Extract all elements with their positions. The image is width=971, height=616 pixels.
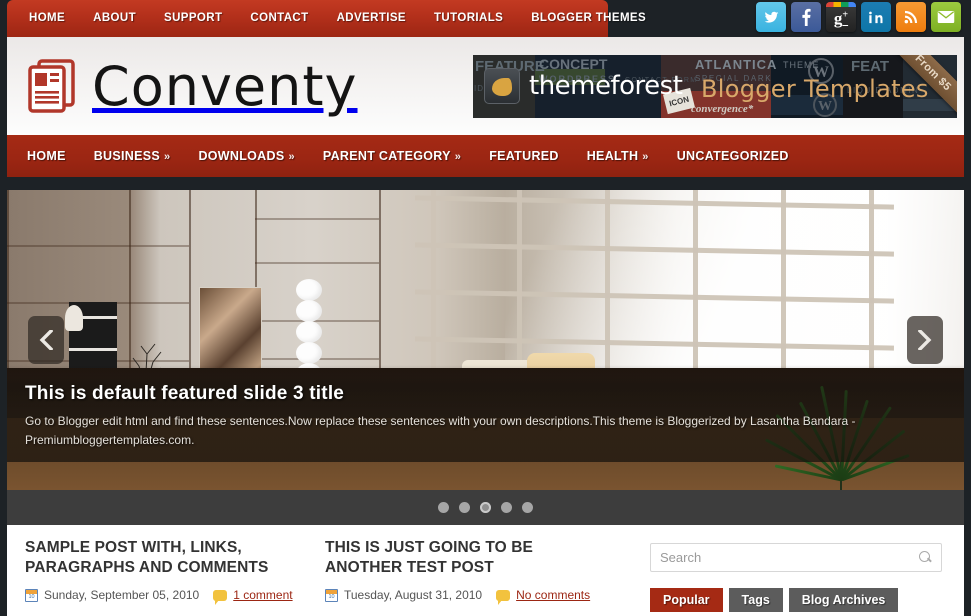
social-links: g+ [756, 2, 961, 32]
post-item: THIS IS JUST GOING TO BE ANOTHER TEST PO… [325, 538, 625, 616]
topnav-item-tutorials[interactable]: TUTORIALS [420, 0, 517, 37]
nav-item-featured[interactable]: FEATURED [475, 135, 573, 177]
svg-text:ATLANTICA: ATLANTICA [695, 57, 777, 72]
svg-text:convergence*: convergence* [691, 103, 754, 115]
sidebar-tabs: Popular Tags Blog Archives [650, 588, 950, 612]
post-list: SAMPLE POST WITH, LINKS, PARAGRAPHS AND … [7, 525, 644, 616]
nav-item-uncategorized[interactable]: UNCATEGORIZED [663, 135, 803, 177]
chevron-right-icon: » [288, 150, 295, 163]
svg-text:CONCEPT: CONCEPT [539, 56, 608, 72]
page-root: HOME ABOUT SUPPORT CONTACT ADVERTISE TUT… [0, 0, 971, 616]
linkedin-icon[interactable] [861, 2, 891, 32]
calendar-icon [325, 588, 338, 602]
slider-prev-arrow-icon[interactable] [28, 316, 64, 364]
chevron-right-icon: » [642, 150, 649, 163]
themeforest-brand: themeforest [529, 71, 683, 101]
main-navigation: HOME BUSINESS» DOWNLOADS» PARENT CATEGOR… [7, 135, 964, 177]
google-plus-glyph: g+ [833, 9, 849, 28]
site-title: Conventy [92, 54, 358, 118]
tab-tags[interactable]: Tags [728, 588, 783, 612]
slider-dot-2[interactable] [459, 502, 470, 513]
top-navigation: HOME ABOUT SUPPORT CONTACT ADVERTISE TUT… [7, 0, 646, 37]
comment-bubble-icon [496, 589, 511, 605]
tab-blog-archives[interactable]: Blog Archives [788, 588, 899, 612]
search-box[interactable] [650, 543, 942, 572]
topnav-item-contact[interactable]: CONTACT [236, 0, 322, 37]
post-comments-link[interactable]: No comments [516, 588, 590, 602]
nav-label: HOME [27, 149, 66, 163]
slide-caption: This is default featured slide 3 title G… [7, 365, 964, 462]
site-logo[interactable]: Conventy [7, 55, 358, 118]
slide-title: This is default featured slide 3 title [25, 383, 345, 404]
post-title[interactable]: SAMPLE POST WITH, LINKS, PARAGRAPHS AND … [25, 538, 309, 578]
calendar-icon [25, 588, 38, 602]
chevron-right-icon: » [454, 150, 462, 163]
post-comments-link[interactable]: 1 comment [233, 588, 292, 602]
twitter-icon[interactable] [756, 2, 786, 32]
rss-icon[interactable] [896, 2, 926, 32]
nav-label: UNCATEGORIZED [676, 149, 789, 163]
search-input[interactable] [660, 550, 919, 565]
nav-label: FEATURED [489, 149, 559, 163]
nav-item-parent-category[interactable]: PARENT CATEGORY» [309, 135, 475, 178]
sidebar: Popular Tags Blog Archives [644, 525, 964, 616]
chevron-right-icon: » [164, 150, 171, 163]
table-lamp [65, 305, 83, 331]
topnav-item-support[interactable]: SUPPORT [150, 0, 236, 37]
post-meta: Tuesday, August 31, 2010 No comments [325, 588, 609, 605]
slider-dot-5[interactable] [522, 502, 533, 513]
nav-label: HEALTH [586, 148, 639, 163]
slider-pagination [7, 490, 964, 525]
themeforest-banner-ad[interactable]: FEATURE CONCEPT WORDPRESS CONTACT FORM A… [473, 55, 957, 118]
topnav-item-home[interactable]: HOME [7, 0, 79, 37]
nav-label: BUSINESS [93, 148, 161, 163]
featured-slider: This is default featured slide 3 title G… [7, 190, 964, 490]
main-content: SAMPLE POST WITH, LINKS, PARAGRAPHS AND … [7, 525, 964, 616]
post-meta: Sunday, September 05, 2010 1 comment [25, 588, 309, 605]
tab-popular[interactable]: Popular [650, 588, 723, 612]
post-title[interactable]: THIS IS JUST GOING TO BE ANOTHER TEST PO… [325, 538, 609, 578]
post-date: Sunday, September 05, 2010 [44, 588, 200, 602]
themeforest-logo-icon [484, 68, 520, 104]
topnav-item-advertise[interactable]: ADVERTISE [323, 0, 420, 37]
post-item: SAMPLE POST WITH, LINKS, PARAGRAPHS AND … [25, 538, 325, 616]
comment-bubble-icon [213, 589, 228, 605]
email-icon[interactable] [931, 2, 961, 32]
top-bar: HOME ABOUT SUPPORT CONTACT ADVERTISE TUT… [0, 0, 971, 37]
nav-item-business[interactable]: BUSINESS» [80, 135, 185, 178]
facebook-icon[interactable] [791, 2, 821, 32]
topnav-item-blogger-themes[interactable]: BLOGGER THEMES [517, 0, 660, 37]
nav-label: DOWNLOADS [198, 148, 285, 163]
nav-label: PARENT CATEGORY [322, 148, 451, 163]
google-plus-icon[interactable]: g+ [826, 2, 856, 32]
slider-dot-1[interactable] [438, 502, 449, 513]
svg-text:FEAT: FEAT [851, 58, 889, 75]
site-header: Conventy FEATURE CONCEPT WORDPRESS CONTA… [7, 37, 964, 135]
banner-tagline: Blogger Templates [701, 75, 929, 103]
nav-item-downloads[interactable]: DOWNLOADS» [184, 135, 308, 178]
post-date: Tuesday, August 31, 2010 [344, 588, 483, 602]
nav-item-home[interactable]: HOME [7, 135, 80, 177]
search-icon[interactable] [919, 551, 932, 564]
nav-item-health[interactable]: HEALTH» [573, 135, 663, 178]
slide-description: Go to Blogger edit html and find these s… [25, 414, 856, 447]
slider-dot-3[interactable] [480, 502, 491, 513]
newspaper-icon [25, 56, 79, 116]
topnav-item-about[interactable]: ABOUT [79, 0, 150, 37]
slider-dot-4[interactable] [501, 502, 512, 513]
slider-next-arrow-icon[interactable] [907, 316, 943, 364]
